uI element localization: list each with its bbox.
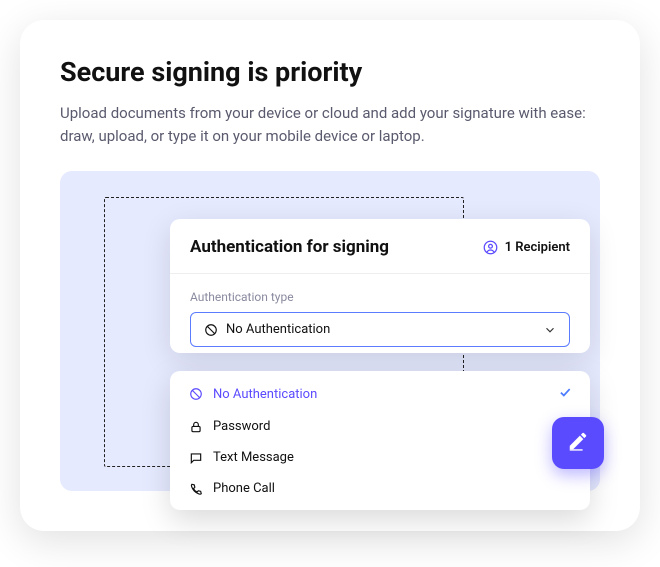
auth-type-label: Authentication type bbox=[190, 290, 570, 304]
sign-button[interactable] bbox=[552, 417, 604, 469]
select-value: No Authentication bbox=[226, 322, 330, 337]
chevron-down-icon bbox=[542, 322, 557, 337]
lock-icon bbox=[188, 419, 203, 434]
check-icon bbox=[558, 385, 572, 403]
pen-icon bbox=[567, 430, 589, 456]
message-icon bbox=[188, 450, 203, 465]
modal-title: Authentication for signing bbox=[190, 237, 389, 257]
option-label: Text Message bbox=[213, 450, 294, 465]
card-title: Secure signing is priority bbox=[60, 56, 600, 88]
illustration-area: Authentication for signing 1 Recipient A… bbox=[60, 171, 600, 491]
option-password[interactable]: Password bbox=[170, 411, 590, 442]
option-text-message[interactable]: Text Message bbox=[170, 442, 590, 473]
prohibit-icon bbox=[203, 322, 218, 337]
card-subtitle: Upload documents from your device or clo… bbox=[60, 102, 600, 147]
recipient-label: 1 Recipient bbox=[505, 240, 570, 255]
phone-icon bbox=[188, 481, 203, 496]
modal-body: Authentication type No Authentication bbox=[170, 274, 590, 353]
recipient-count: 1 Recipient bbox=[483, 239, 570, 255]
user-icon bbox=[483, 239, 499, 255]
feature-card: Secure signing is priority Upload docume… bbox=[20, 20, 640, 531]
modal-header: Authentication for signing 1 Recipient bbox=[170, 219, 590, 274]
option-label: Phone Call bbox=[213, 481, 275, 496]
option-label: Password bbox=[213, 419, 270, 434]
auth-type-dropdown: No Authentication Password bbox=[170, 371, 590, 510]
option-phone-call[interactable]: Phone Call bbox=[170, 473, 590, 504]
prohibit-icon bbox=[188, 387, 203, 402]
option-label: No Authentication bbox=[213, 387, 317, 402]
auth-type-select[interactable]: No Authentication bbox=[190, 312, 570, 347]
auth-modal: Authentication for signing 1 Recipient A… bbox=[170, 219, 590, 353]
option-no-authentication[interactable]: No Authentication bbox=[170, 377, 590, 411]
